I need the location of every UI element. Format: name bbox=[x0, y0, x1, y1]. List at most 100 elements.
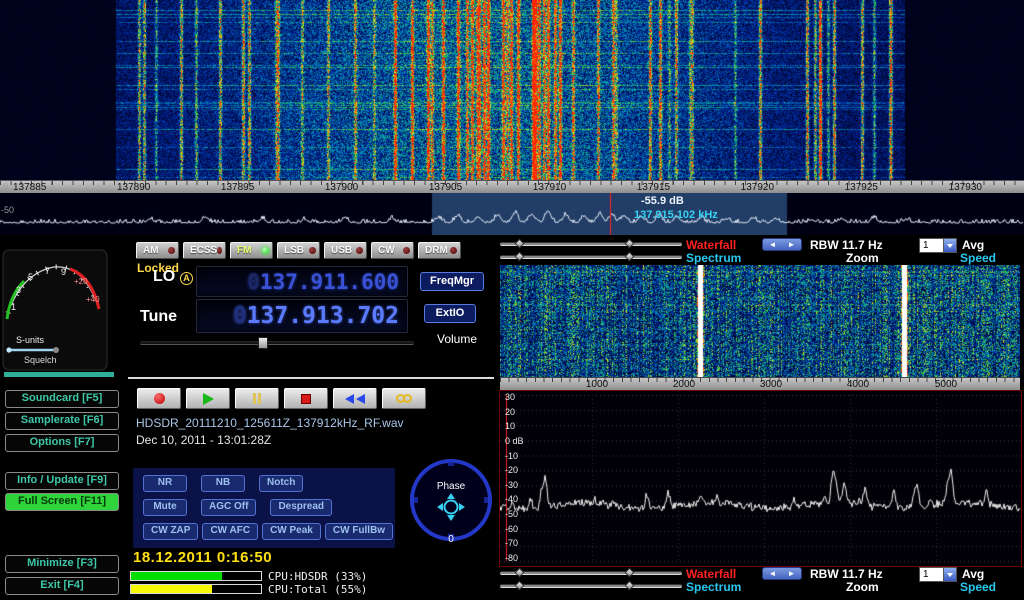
record-button[interactable] bbox=[137, 388, 181, 409]
ruler-tick-label: 137905 bbox=[429, 182, 462, 193]
lo-label: LO bbox=[153, 268, 175, 286]
lock-badge-icon[interactable]: A bbox=[180, 272, 193, 285]
contrast-slider-track[interactable] bbox=[500, 255, 682, 259]
soundcard-button[interactable]: Soundcard [F5] bbox=[5, 390, 119, 408]
brightness-slider-track[interactable] bbox=[500, 242, 682, 246]
cw-afc-button[interactable]: CW AFC bbox=[202, 523, 258, 540]
agc-button[interactable]: AGC Off bbox=[201, 499, 256, 516]
mode-fm-button[interactable]: FM bbox=[230, 242, 273, 259]
zoom-arrows[interactable]: ◄ ► bbox=[762, 567, 802, 580]
volume-slider-thumb[interactable] bbox=[258, 337, 268, 349]
arrow-right-icon[interactable]: ► bbox=[788, 569, 796, 578]
slider-thumb[interactable] bbox=[515, 568, 525, 578]
cw-peak-button[interactable]: CW Peak bbox=[262, 523, 321, 540]
spectrum-label: Spectrum bbox=[686, 580, 741, 594]
db-axis-label: -60 bbox=[505, 525, 524, 534]
slider-thumb[interactable] bbox=[625, 239, 635, 249]
play-button[interactable] bbox=[186, 388, 230, 409]
slider-thumb[interactable] bbox=[515, 252, 525, 262]
main-waterfall-display[interactable] bbox=[0, 0, 1024, 180]
mode-ecss-label: ECSS bbox=[190, 245, 217, 256]
slider-thumb[interactable] bbox=[625, 581, 635, 591]
options-button[interactable]: Options [F7] bbox=[5, 434, 119, 452]
exit-button[interactable]: Exit [F4] bbox=[5, 577, 119, 595]
cw-zap-button[interactable]: CW ZAP bbox=[143, 523, 198, 540]
despread-button[interactable]: Despread bbox=[270, 499, 332, 516]
nr-button[interactable]: NR bbox=[143, 475, 187, 492]
dropdown-arrow-icon[interactable] bbox=[943, 239, 956, 252]
dropdown-arrow-icon[interactable] bbox=[943, 568, 956, 581]
s-meter[interactable]: 1 3 5 7 9 +20 +40 S-units Squelch bbox=[2, 249, 108, 371]
smeter-tick-9: 9 bbox=[61, 267, 66, 277]
slider-thumb[interactable] bbox=[515, 239, 525, 249]
cw-fullbw-button[interactable]: CW FullBw bbox=[325, 523, 393, 540]
freqmgr-button[interactable]: FreqMgr bbox=[420, 272, 484, 291]
mode-drm-button[interactable]: DRM bbox=[418, 242, 461, 259]
cpu-total-bar bbox=[130, 584, 262, 594]
db-axis-label: -30 bbox=[505, 481, 524, 490]
nb-button[interactable]: NB bbox=[201, 475, 245, 492]
waterfall-label: Waterfall bbox=[686, 238, 736, 252]
slider-thumb[interactable] bbox=[625, 252, 635, 262]
main-spectrum-display[interactable] bbox=[0, 193, 1024, 235]
fullscreen-button[interactable]: Full Screen [F11] bbox=[5, 493, 119, 511]
samplerate-button[interactable]: Samplerate [F6] bbox=[5, 412, 119, 430]
af-ruler-tick-label: 1000 bbox=[586, 379, 608, 390]
cpu-hdsdr-text: CPU:HDSDR (33%) bbox=[268, 570, 367, 583]
mode-usb-button[interactable]: USB bbox=[324, 242, 367, 259]
mode-cw-button[interactable]: CW bbox=[371, 242, 414, 259]
brightness-slider-track[interactable] bbox=[500, 571, 682, 575]
mode-am-button[interactable]: AM bbox=[136, 242, 179, 259]
mode-ecss-button[interactable]: ECSS bbox=[183, 242, 226, 259]
main-spectrum-canvas[interactable] bbox=[0, 193, 1024, 235]
tune-frequency-display[interactable]: 0137.913.702 bbox=[196, 299, 408, 333]
ruler-tick-label: 137885 bbox=[13, 182, 46, 193]
af-spectrum-display[interactable]: 3020100 dB-10-20-30-40-50-60-70-80 bbox=[499, 390, 1022, 567]
smeter-units-label: S-units bbox=[16, 335, 45, 345]
play-icon bbox=[203, 393, 214, 405]
info-update-button[interactable]: Info / Update [F9] bbox=[5, 472, 119, 490]
ruler-tick-label: 137915 bbox=[637, 182, 670, 193]
minimize-button[interactable]: Minimize [F3] bbox=[5, 555, 119, 573]
frequency-ruler[interactable]: 1378851378901378951379001379051379101379… bbox=[0, 180, 1024, 193]
contrast-slider-track[interactable] bbox=[500, 584, 682, 588]
af-waterfall-display[interactable] bbox=[500, 265, 1020, 377]
cpu-total-bar-fill bbox=[131, 585, 212, 593]
af-frequency-ruler[interactable]: 10002000300040005000 bbox=[500, 377, 1020, 390]
avg-select[interactable]: 1 bbox=[919, 567, 957, 582]
stop-button[interactable] bbox=[284, 388, 328, 409]
ruler-tick-label: 137900 bbox=[325, 182, 358, 193]
notch-button[interactable]: Notch bbox=[259, 475, 303, 492]
ruler-tick-label: 137930 bbox=[949, 182, 982, 193]
arrow-left-icon[interactable]: ◄ bbox=[769, 240, 777, 249]
smeter-tick-plus20: +20 bbox=[74, 277, 88, 286]
mute-button[interactable]: Mute bbox=[143, 499, 187, 516]
slider-thumb[interactable] bbox=[515, 581, 525, 591]
mode-usb-label: USB bbox=[331, 245, 352, 256]
zoom-label: Zoom bbox=[846, 580, 879, 594]
mode-lsb-led-icon bbox=[309, 247, 316, 254]
rbw-label: RBW 11.7 Hz bbox=[810, 238, 883, 252]
volume-slider-track[interactable] bbox=[140, 341, 414, 345]
spectrum-db-mid-label: -50 bbox=[1, 205, 14, 215]
mode-am-led-icon bbox=[168, 247, 175, 254]
volume-slider[interactable] bbox=[140, 337, 414, 349]
af-spectrum-canvas[interactable] bbox=[500, 391, 1021, 566]
avg-select[interactable]: 1 bbox=[919, 238, 957, 253]
mode-lsb-button[interactable]: LSB bbox=[277, 242, 320, 259]
loop-button[interactable] bbox=[382, 388, 426, 409]
lo-frequency-display[interactable]: 0137.911.600 bbox=[196, 266, 408, 297]
zoom-arrows[interactable]: ◄ ► bbox=[762, 238, 802, 251]
smeter-tick-7: 7 bbox=[45, 266, 50, 276]
extio-button[interactable]: ExtIO bbox=[424, 304, 476, 323]
af-ruler-tick-label: 3000 bbox=[760, 379, 782, 390]
arrow-left-icon[interactable]: ◄ bbox=[769, 569, 777, 578]
rewind-button[interactable] bbox=[333, 388, 377, 409]
panel-divider bbox=[128, 377, 494, 379]
avg-label: Avg bbox=[962, 238, 984, 252]
date-time-display: 18.12.2011 0:16:50 bbox=[133, 549, 272, 566]
arrow-right-icon[interactable]: ► bbox=[788, 240, 796, 249]
pause-button[interactable] bbox=[235, 388, 279, 409]
mode-button-row: AM ECSS FM LSB USB CW DRM bbox=[136, 242, 461, 259]
slider-thumb[interactable] bbox=[625, 568, 635, 578]
